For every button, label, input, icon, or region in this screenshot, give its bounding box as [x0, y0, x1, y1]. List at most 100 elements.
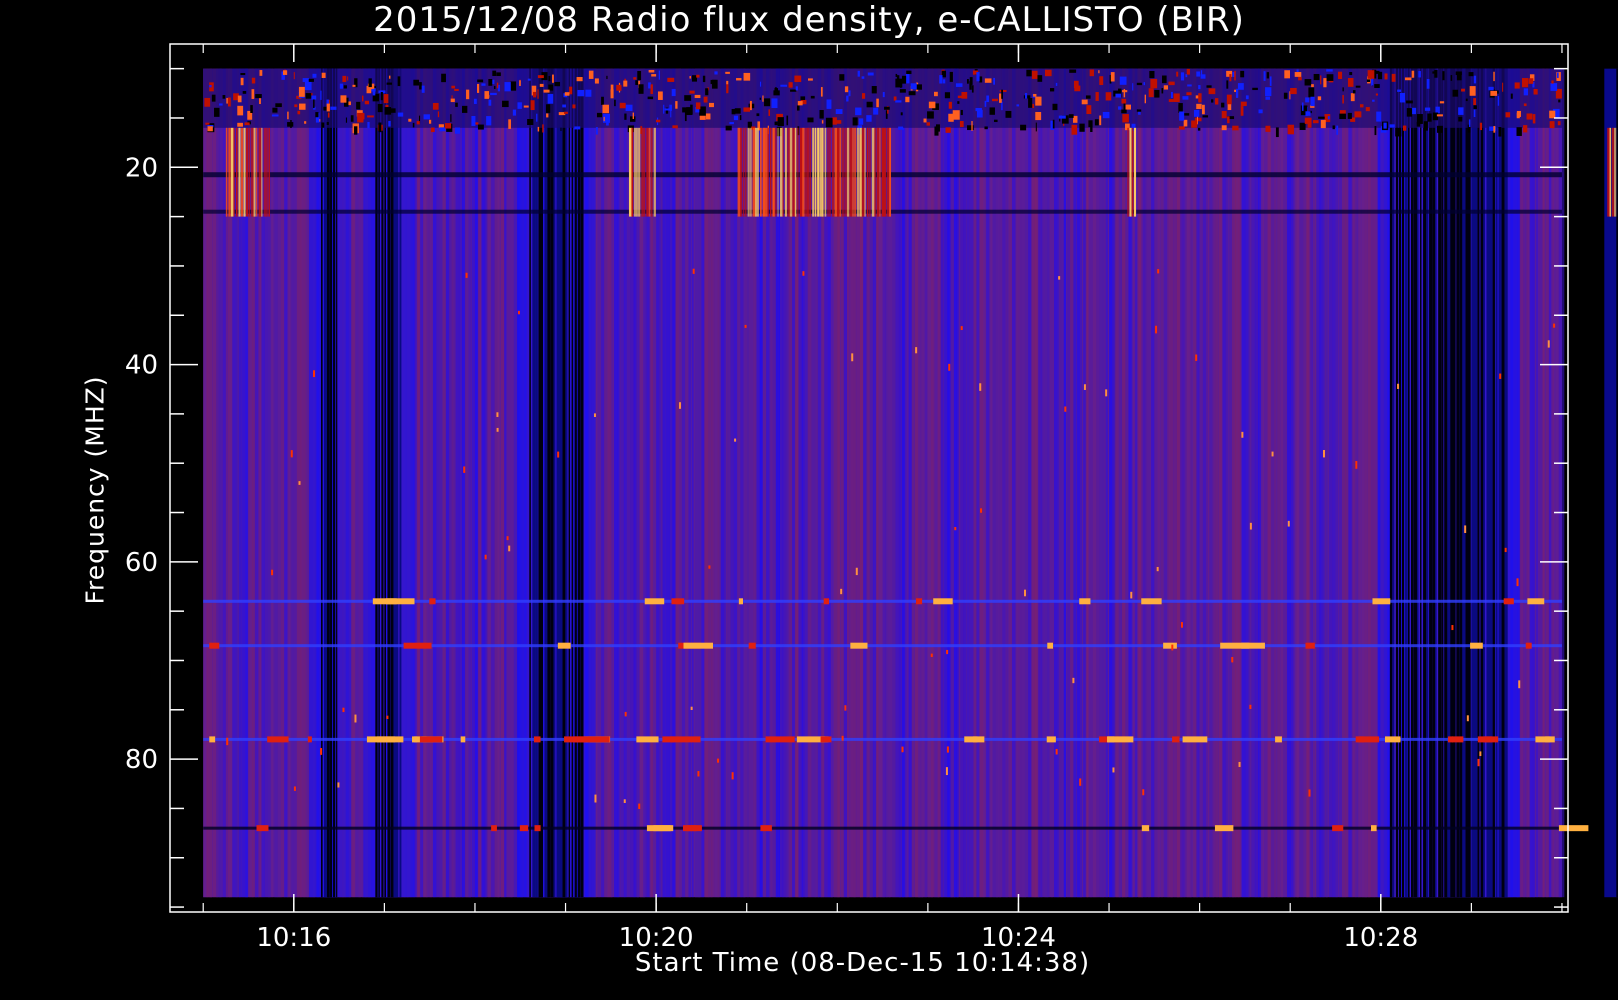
top-noise-speck: [1052, 119, 1055, 129]
burst-column: [638, 127, 641, 217]
spectrogram-column: [1070, 68, 1074, 898]
hot-pixel: [313, 370, 316, 378]
top-noise-speck: [1119, 76, 1127, 85]
top-noise-speck: [1132, 83, 1134, 91]
spectrogram-column: [1018, 68, 1023, 898]
top-noise-speck: [510, 81, 517, 91]
top-noise-speck: [871, 86, 877, 94]
top-noise-speck: [1001, 101, 1003, 111]
top-noise-speck: [1221, 102, 1225, 108]
top-noise-speck: [451, 85, 456, 89]
spectrogram-column: [1542, 68, 1545, 898]
top-noise-speck: [237, 122, 243, 127]
top-noise-speck: [576, 77, 583, 82]
top-noise-speck: [797, 101, 803, 106]
top-noise-speck: [637, 70, 642, 81]
top-noise-speck: [428, 119, 432, 124]
top-noise-speck: [749, 100, 752, 111]
top-noise-speck: [873, 107, 879, 115]
top-noise-speck: [725, 125, 732, 131]
spectrogram-column: [484, 68, 488, 898]
top-noise-speck: [756, 113, 760, 117]
burst-column: [238, 127, 241, 217]
top-noise-speck: [1122, 114, 1129, 123]
top-noise-speck: [321, 122, 325, 128]
hot-pixel: [354, 714, 357, 723]
top-noise-speck: [651, 74, 657, 77]
top-noise-speck: [1283, 92, 1288, 99]
top-noise-speck: [595, 127, 598, 135]
spectrogram-column: [911, 68, 915, 898]
spectrogram-column: [1144, 68, 1148, 898]
dark-band-column: [1392, 68, 1395, 898]
top-noise-speck: [312, 73, 317, 78]
top-noise-speck: [454, 127, 461, 134]
top-noise-speck: [945, 127, 951, 133]
spectrogram-column: [956, 68, 959, 898]
dark-band-column: [1459, 68, 1463, 898]
spectrogram-column: [682, 68, 686, 898]
hot-pixel: [465, 272, 468, 278]
top-noise-speck: [1347, 78, 1354, 87]
top-noise-speck: [1376, 111, 1382, 122]
top-noise-speck: [227, 97, 231, 107]
burst-column: [263, 127, 267, 217]
top-noise-speck: [530, 100, 535, 111]
burst-column: [774, 127, 777, 217]
top-noise-speck: [1284, 70, 1290, 79]
hot-pixel: [496, 412, 499, 417]
top-noise-speck: [1301, 102, 1304, 111]
spectrogram-column: [1112, 68, 1116, 898]
top-noise-speck: [955, 83, 963, 87]
interference-blip: [1372, 598, 1391, 605]
top-noise-speck: [834, 120, 842, 124]
top-noise-speck: [705, 88, 709, 96]
top-noise-speck: [1237, 83, 1244, 90]
dark-band-column: [1474, 68, 1478, 898]
top-noise-speck: [989, 107, 995, 115]
top-noise-speck: [1557, 72, 1559, 79]
top-noise-speck: [1313, 73, 1320, 81]
top-noise-speck: [794, 75, 802, 83]
top-noise-speck: [537, 75, 544, 79]
hot-pixel: [1477, 758, 1480, 767]
top-noise-speck: [1086, 105, 1092, 115]
hot-pixel: [1072, 677, 1075, 684]
dark-band-column: [1435, 68, 1437, 898]
spectrogram-column: [597, 68, 601, 898]
top-noise-speck: [689, 90, 695, 94]
top-noise-speck: [819, 110, 824, 119]
top-noise-speck: [1406, 108, 1413, 117]
top-noise-speck: [594, 78, 599, 84]
top-noise-speck: [294, 104, 298, 108]
spectrogram-column: [892, 68, 896, 898]
spectrogram-column: [1096, 68, 1099, 898]
top-noise-speck: [705, 113, 711, 120]
top-noise-speck: [1201, 104, 1205, 115]
top-noise-speck: [1125, 104, 1132, 110]
spectrogram-column: [432, 68, 437, 898]
top-noise-speck: [275, 103, 282, 108]
top-noise-speck: [477, 124, 484, 130]
top-noise-speck: [564, 111, 568, 114]
top-noise-speck: [1469, 86, 1476, 96]
top-noise-speck: [367, 115, 374, 118]
top-noise-speck: [1294, 72, 1302, 77]
top-noise-speck: [304, 121, 307, 124]
interference-blip: [267, 736, 289, 743]
top-noise-speck: [437, 111, 440, 118]
interference-blip: [307, 736, 312, 743]
spectrogram-column: [1121, 68, 1126, 898]
burst-column: [864, 127, 866, 217]
top-noise-speck: [1154, 89, 1160, 98]
top-noise-speck: [648, 69, 655, 73]
top-noise-speck: [1532, 114, 1536, 124]
top-noise-speck: [1258, 109, 1263, 114]
top-noise-speck: [1374, 126, 1377, 136]
top-noise-speck: [1287, 124, 1295, 135]
interference-blip: [366, 736, 396, 743]
top-noise-speck: [934, 126, 939, 136]
top-noise-speck: [1342, 95, 1344, 104]
top-noise-speck: [743, 107, 751, 112]
spectrogram-column: [355, 68, 359, 898]
